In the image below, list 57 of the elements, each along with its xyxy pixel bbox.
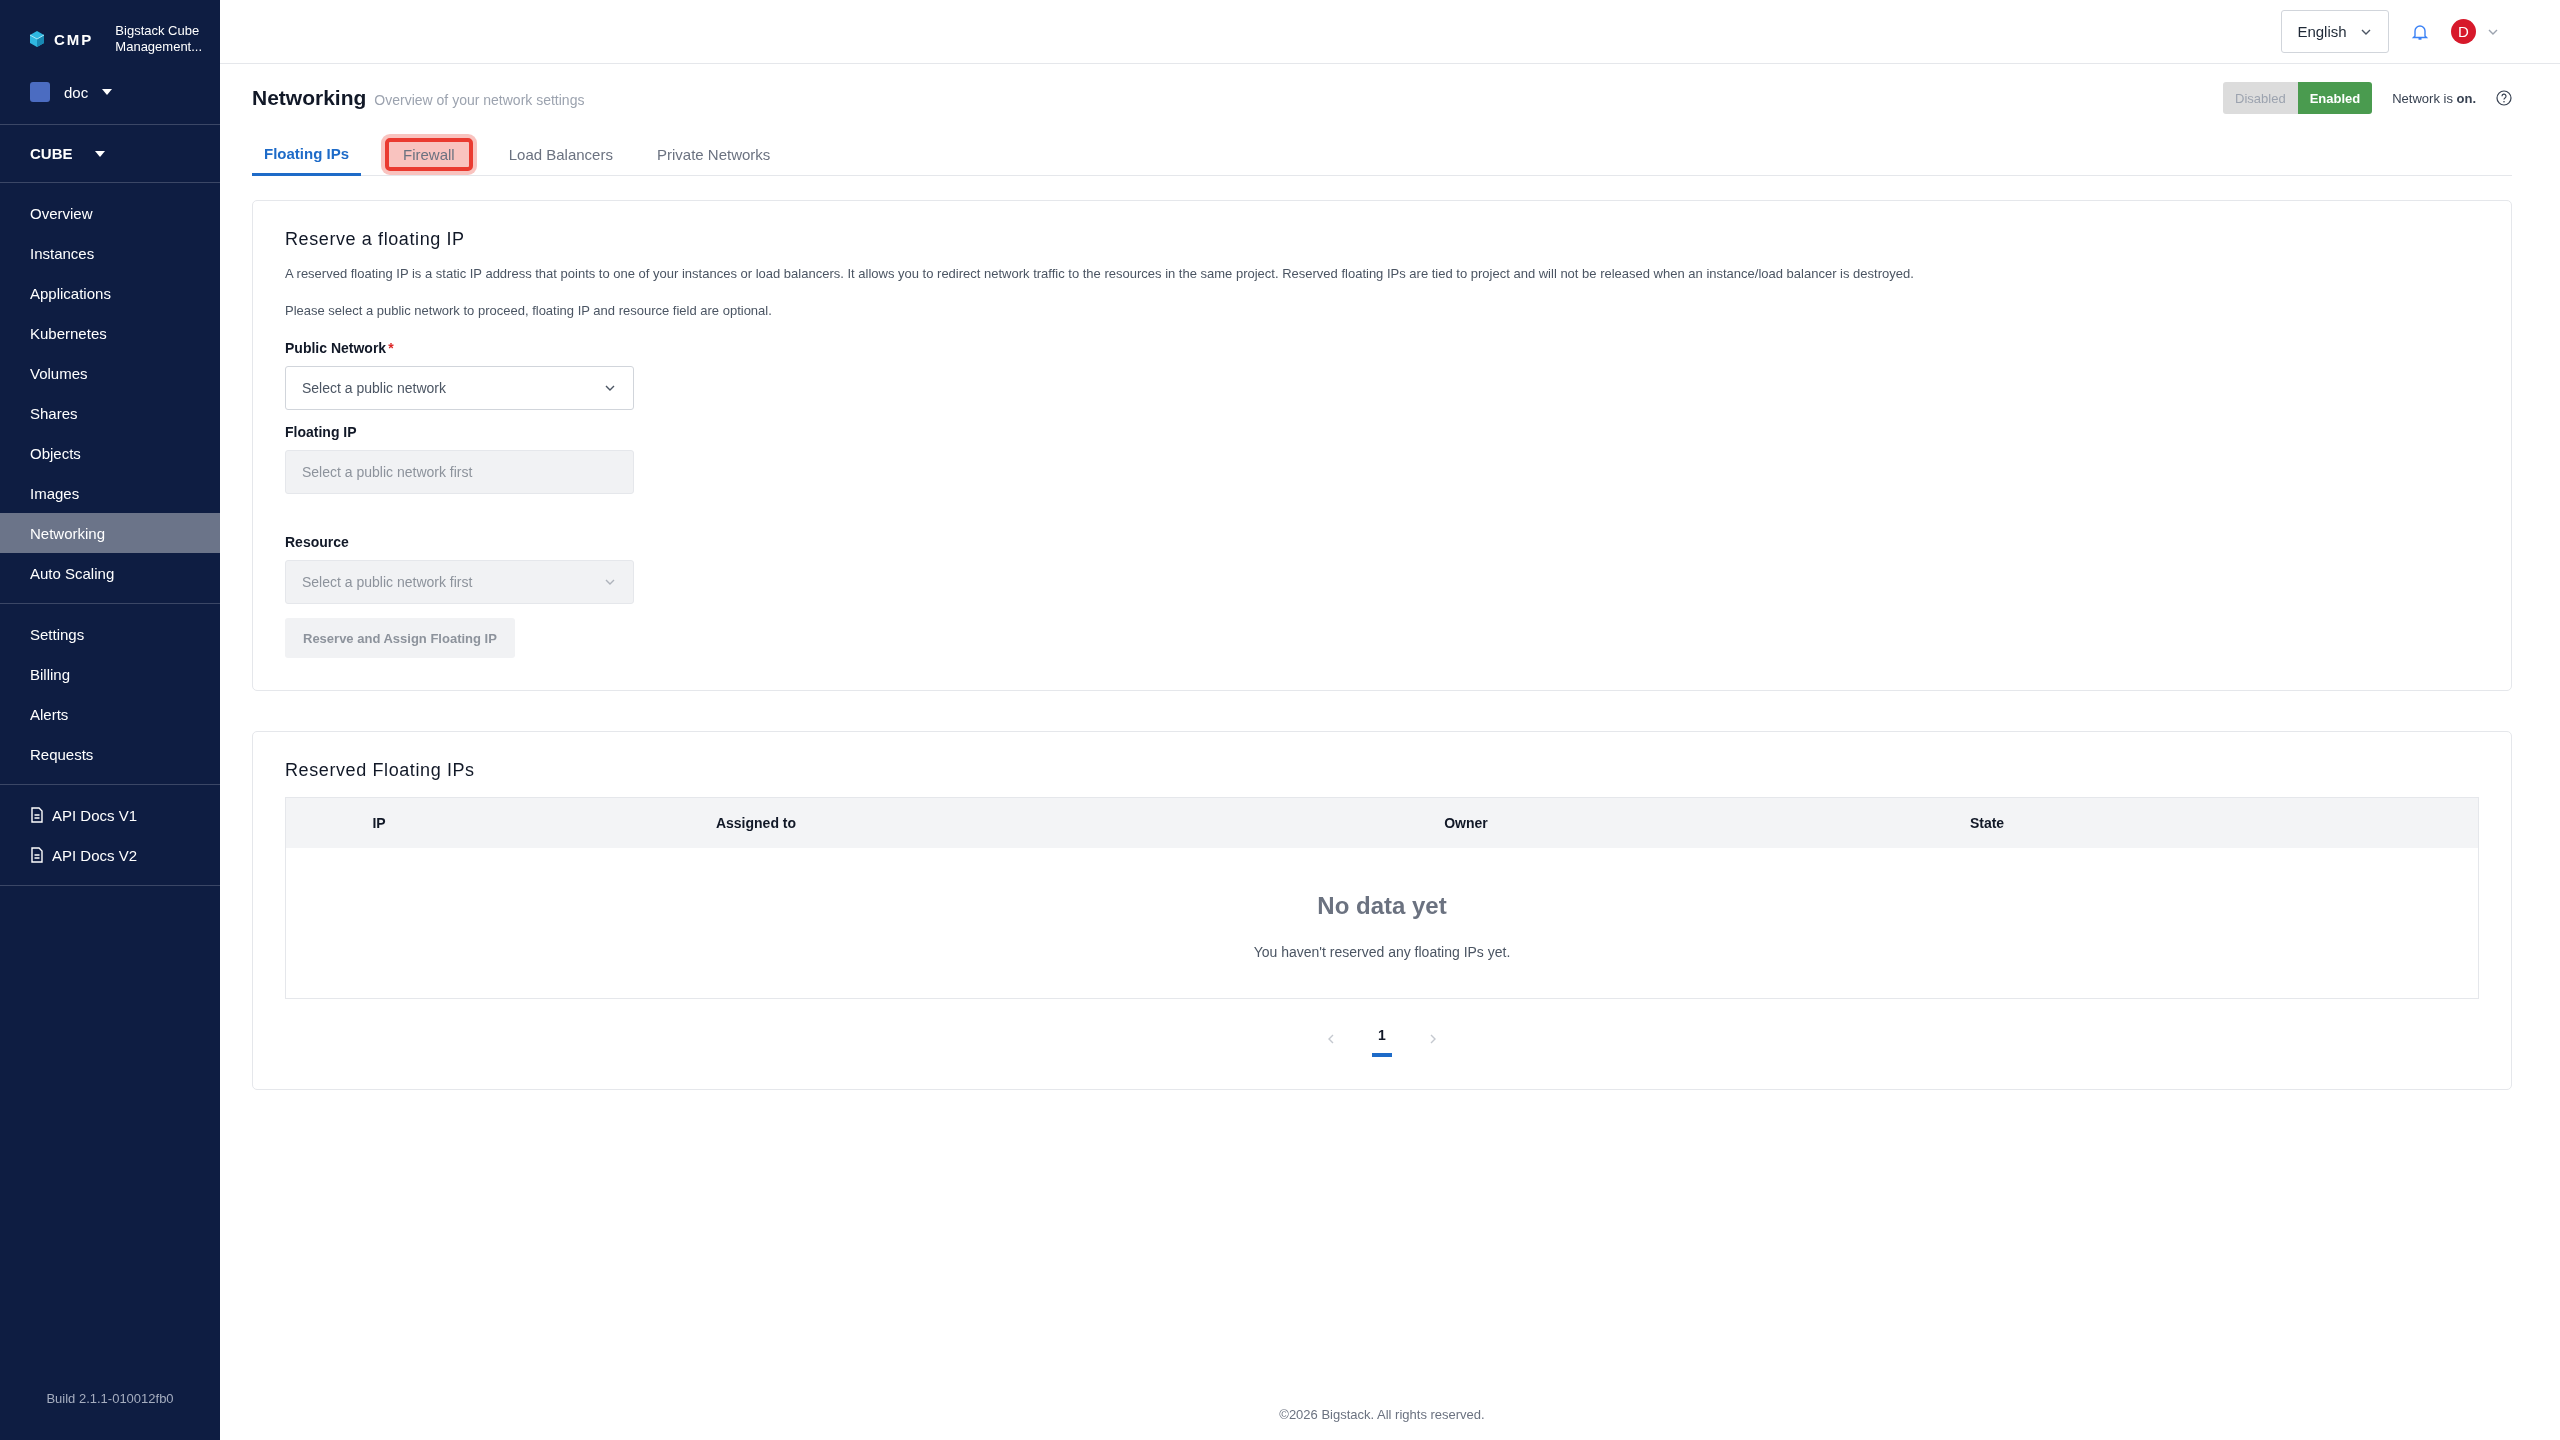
description-text: A reserved floating IP is a static IP address that points to one of your instances or load balancers. It allows you to redirect network traffic to the resources in the same project. Reserved floating IPs are tied to project and will not be released when an instance/load balancer is destroyed. bbox=[285, 266, 1915, 281]
product-name: Bigstack Cube Management... bbox=[115, 23, 203, 55]
nav-item[interactable]: Kubernetes bbox=[0, 313, 220, 353]
nav-item[interactable]: Alerts bbox=[0, 694, 220, 734]
tab[interactable]: Private Networks bbox=[644, 134, 783, 175]
nav-item[interactable]: Applications bbox=[0, 273, 220, 313]
nav-item[interactable]: Billing bbox=[0, 654, 220, 694]
docs-label: API Docs V2 bbox=[52, 846, 138, 864]
build-version: Build 2.1.1-010012fb0 bbox=[45, 1391, 175, 1408]
page-title: Networking bbox=[252, 86, 367, 110]
project-selector[interactable]: doc bbox=[64, 83, 89, 101]
field-label: Floating IP bbox=[285, 424, 357, 440]
cube-logo-icon bbox=[28, 30, 46, 48]
nav-item[interactable]: Settings bbox=[0, 614, 220, 654]
page-subtitle: Overview of your network settings bbox=[374, 92, 585, 108]
column-header: IP bbox=[372, 815, 386, 831]
user-menu[interactable]: D bbox=[2451, 19, 2500, 44]
nav-item[interactable]: Instances bbox=[0, 233, 220, 273]
nav-item[interactable]: Images bbox=[0, 473, 220, 513]
nav-item[interactable]: Objects bbox=[0, 433, 220, 473]
document-icon bbox=[30, 807, 44, 823]
required-mark: * bbox=[388, 340, 394, 356]
column-header: Owner bbox=[1444, 815, 1488, 831]
region-selector[interactable]: CUBE bbox=[30, 145, 73, 162]
field-label: Resource bbox=[285, 534, 349, 550]
nav-item[interactable]: Auto Scaling bbox=[0, 553, 220, 593]
avatar: D bbox=[2451, 19, 2476, 44]
caret-icon bbox=[94, 150, 105, 157]
card-title: Reserve a floating IP bbox=[285, 229, 466, 250]
docs-link[interactable]: API Docs V1 bbox=[0, 795, 220, 835]
description-text: Please select a public network to proceed, floating IP and resource field are optional. bbox=[285, 303, 773, 318]
column-header: Assigned to bbox=[715, 815, 797, 831]
column-header: State bbox=[1969, 815, 2005, 831]
nav-item[interactable]: Requests bbox=[0, 734, 220, 774]
language-select[interactable]: English bbox=[2281, 10, 2389, 53]
empty-title: No data yet bbox=[1317, 892, 1447, 920]
network-status: Network is on. bbox=[2392, 90, 2476, 106]
nav-item[interactable]: Shares bbox=[0, 393, 220, 433]
page-number[interactable]: 1 bbox=[1372, 1021, 1392, 1057]
caret-icon bbox=[102, 89, 113, 95]
select-field[interactable]: Select a public network bbox=[285, 366, 634, 410]
tab[interactable]: Load Balancers bbox=[496, 134, 625, 175]
docs-link[interactable]: API Docs V2 bbox=[0, 835, 220, 875]
logo-text: CMP bbox=[54, 30, 94, 48]
help-icon[interactable] bbox=[2496, 90, 2512, 106]
nav-item[interactable]: Volumes bbox=[0, 353, 220, 393]
nav-item[interactable]: Overview bbox=[0, 193, 220, 233]
copyright-text: ©2026 Bigstack. All rights reserved. bbox=[1278, 1407, 1486, 1424]
document-icon bbox=[30, 847, 44, 863]
docs-label: API Docs V1 bbox=[52, 806, 138, 824]
field-label: Public Network bbox=[285, 340, 387, 356]
card-title: Reserved Floating IPs bbox=[285, 760, 476, 781]
nav-item[interactable]: Networking bbox=[0, 513, 220, 553]
empty-message: You haven't reserved any floating IPs yet. bbox=[1253, 944, 1511, 960]
tab[interactable]: Floating IPs bbox=[252, 134, 361, 176]
bell-icon[interactable] bbox=[2411, 22, 2429, 41]
project-icon bbox=[30, 82, 50, 102]
